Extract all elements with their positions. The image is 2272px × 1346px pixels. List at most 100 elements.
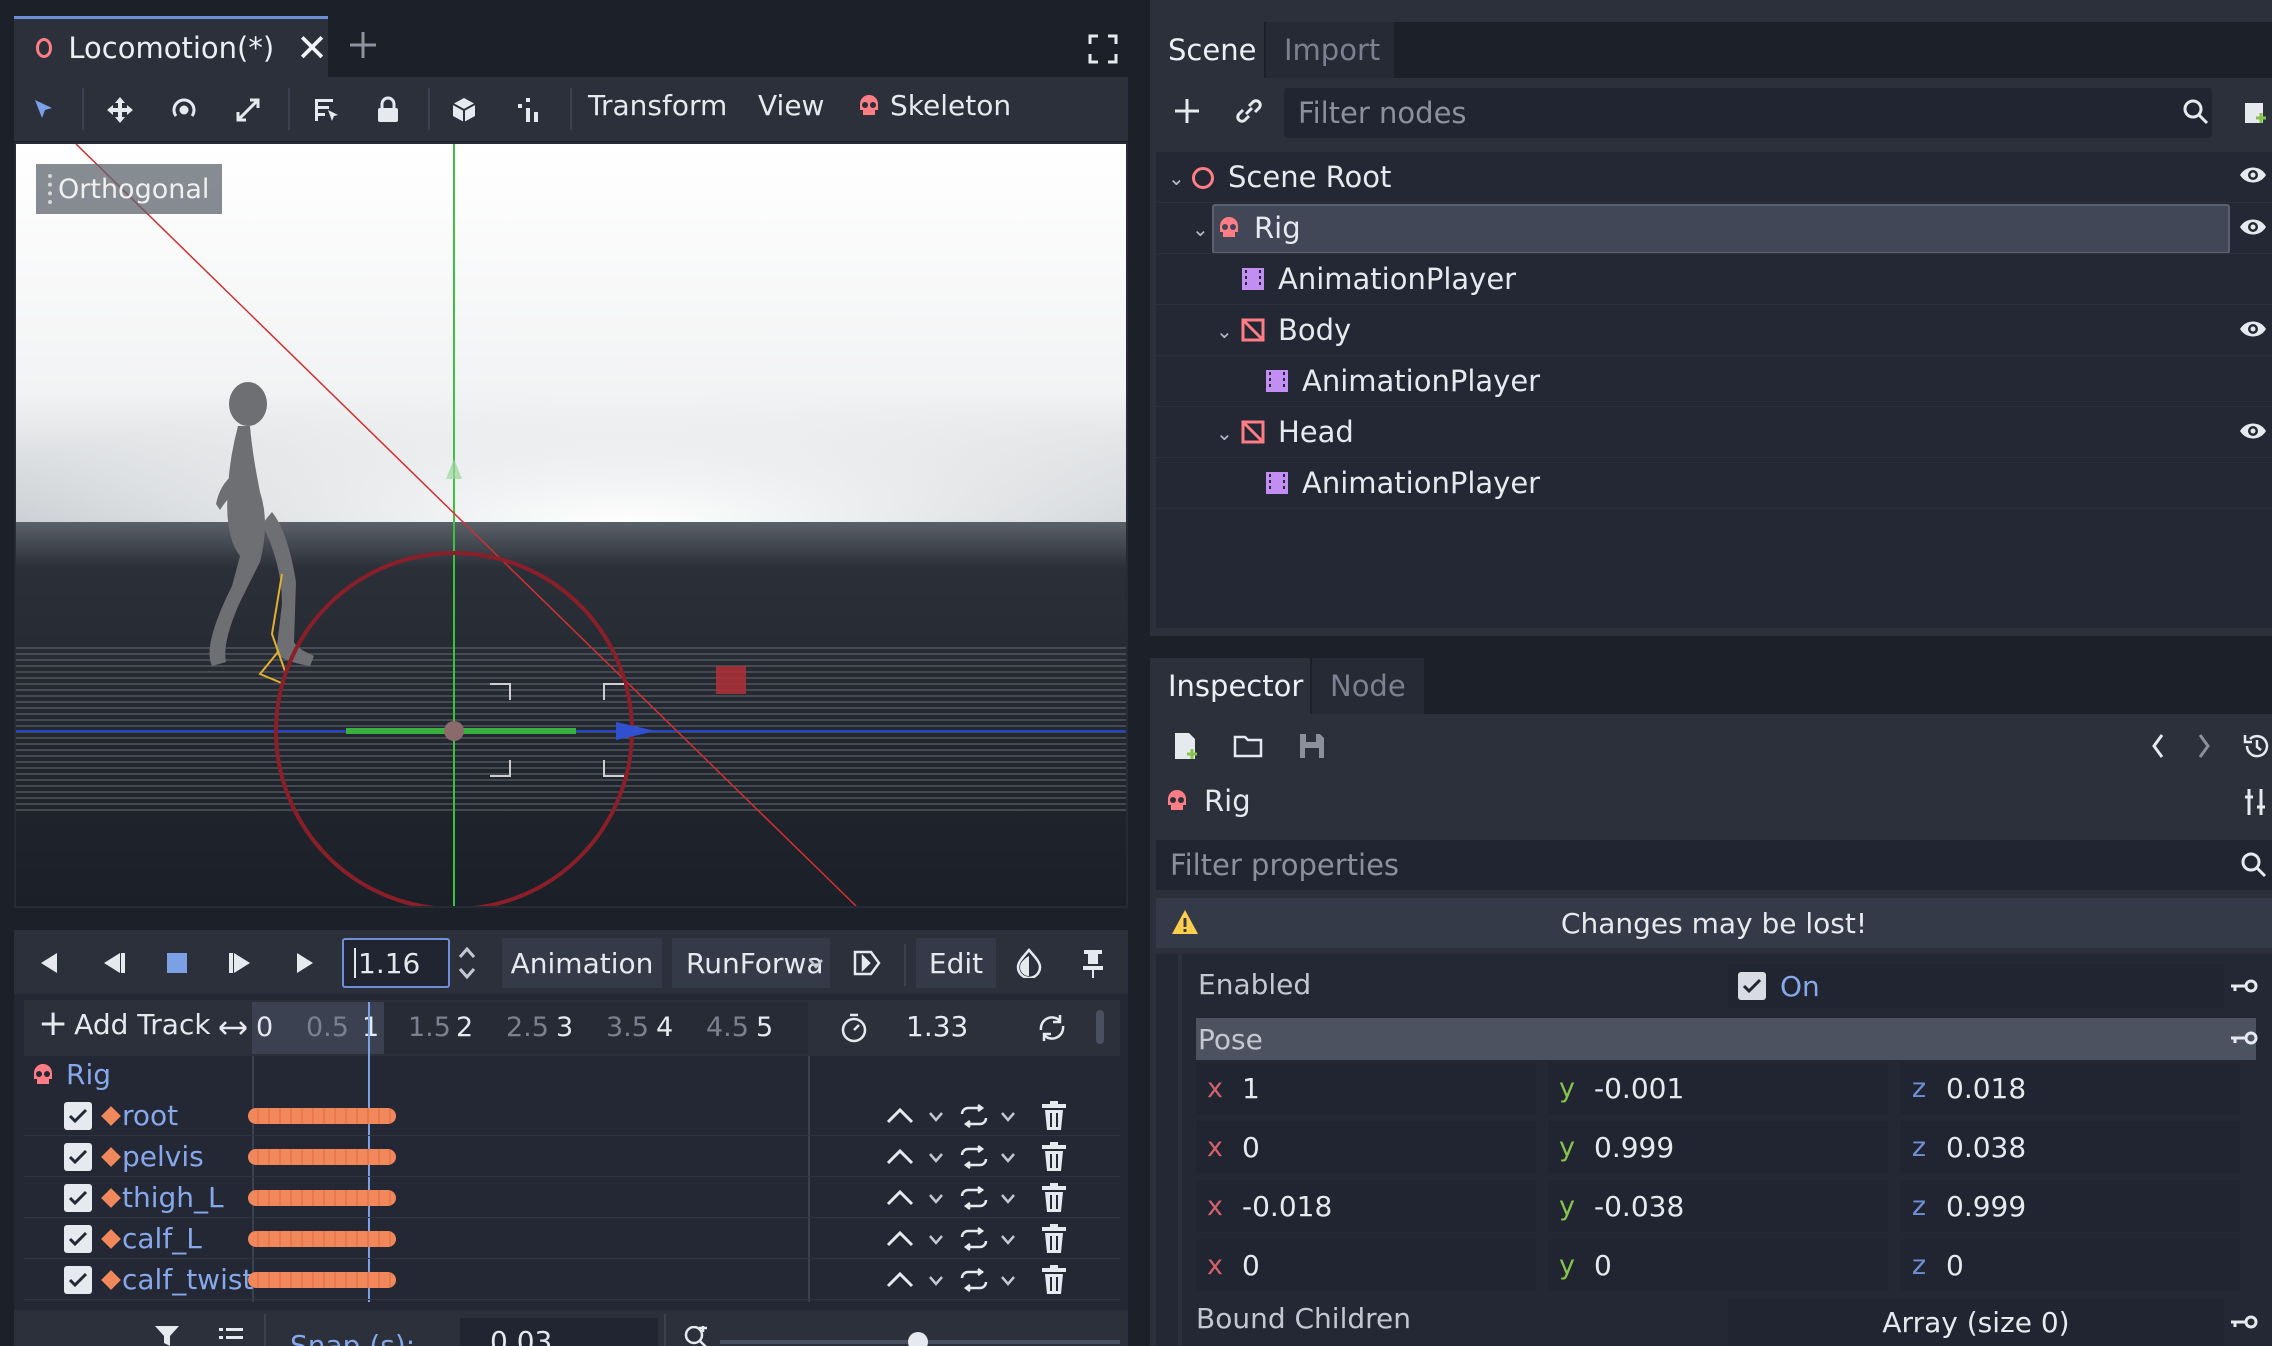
delete-track-trash-icon[interactable] bbox=[1040, 1183, 1068, 1213]
view-menu[interactable]: View bbox=[758, 89, 824, 122]
add-node-icon[interactable] bbox=[1164, 88, 1210, 134]
delete-track-trash-icon[interactable] bbox=[1040, 1101, 1068, 1131]
script-attach-icon[interactable] bbox=[2240, 92, 2272, 132]
loop-wrap-icon[interactable] bbox=[958, 1227, 990, 1251]
pose-property-label[interactable]: Pose bbox=[1196, 1018, 2256, 1060]
chevron-down-icon[interactable]: ⌄ bbox=[1168, 166, 1185, 190]
track-enabled-checkbox[interactable] bbox=[64, 1102, 92, 1130]
history-back-icon[interactable] bbox=[2140, 724, 2176, 768]
pin-panel-icon[interactable] bbox=[1068, 938, 1118, 988]
new-tab-plus-icon[interactable] bbox=[340, 20, 386, 70]
pose-z-field[interactable]: z 0.018 bbox=[1900, 1062, 2240, 1114]
track-enabled-checkbox[interactable] bbox=[64, 1266, 92, 1294]
keyframe-key-icon[interactable] bbox=[2224, 968, 2264, 1004]
add-track-button[interactable]: + Add Track bbox=[38, 1006, 211, 1042]
track-scrollbar[interactable] bbox=[1096, 1010, 1104, 1044]
track-row[interactable]: pelvis bbox=[24, 1137, 1120, 1177]
3d-viewport[interactable] bbox=[14, 142, 1128, 908]
loop-wrap-icon[interactable] bbox=[958, 1145, 990, 1169]
track-row[interactable]: thigh_L bbox=[24, 1178, 1120, 1218]
tab-import[interactable]: Import bbox=[1266, 22, 1394, 78]
chevron-down-icon[interactable] bbox=[1000, 1234, 1016, 1246]
pose-z-field[interactable]: z 0.999 bbox=[1900, 1180, 2240, 1232]
pose-y-field[interactable]: y0 bbox=[1548, 1239, 1888, 1291]
chevron-down-icon[interactable] bbox=[928, 1193, 944, 1205]
tab-scene[interactable]: Scene bbox=[1150, 22, 1264, 78]
track-enabled-checkbox[interactable] bbox=[64, 1225, 92, 1253]
bound-children-array-button[interactable]: Array (size 0) bbox=[1728, 1298, 2224, 1346]
list-select-icon[interactable] bbox=[300, 84, 352, 136]
track-keyframes[interactable] bbox=[248, 1108, 396, 1124]
pose-x-field[interactable]: x -0.018 bbox=[1196, 1180, 1536, 1232]
interpolation-icon[interactable] bbox=[886, 1106, 918, 1126]
distraction-free-icon[interactable] bbox=[1078, 24, 1128, 74]
tab-node[interactable]: Node bbox=[1312, 658, 1424, 714]
filter-icon[interactable] bbox=[150, 1326, 184, 1346]
autoplay-on-load-icon[interactable] bbox=[842, 938, 892, 988]
track-row[interactable]: root bbox=[24, 1096, 1120, 1136]
pose-x-field[interactable]: x0 bbox=[1196, 1239, 1536, 1291]
zoom-icon[interactable] bbox=[680, 1326, 714, 1346]
loop-wrap-icon[interactable] bbox=[958, 1186, 990, 1210]
track-row[interactable]: calf_twist bbox=[24, 1260, 1120, 1300]
visibility-eye-icon[interactable] bbox=[2238, 418, 2272, 448]
chevron-down-icon[interactable] bbox=[928, 1275, 944, 1287]
document-tab[interactable]: Locomotion(*) ✕ bbox=[14, 16, 328, 77]
object-tools-icon[interactable] bbox=[2240, 782, 2272, 822]
delete-track-trash-icon[interactable] bbox=[1040, 1142, 1068, 1172]
interpolation-icon[interactable] bbox=[886, 1147, 918, 1167]
rotate-mode-icon[interactable] bbox=[158, 84, 210, 136]
chevron-down-icon[interactable]: ⌄ bbox=[1192, 217, 1209, 241]
pose-z-field[interactable]: z 0.038 bbox=[1900, 1121, 2240, 1173]
pose-x-field[interactable]: x1 bbox=[1196, 1062, 1536, 1114]
loop-toggle-icon[interactable] bbox=[1030, 1008, 1074, 1048]
tree-row-rig[interactable]: ⌄ Rig bbox=[1156, 203, 2272, 254]
gizmo-center[interactable] bbox=[444, 721, 464, 741]
tree-row-head[interactable]: ⌄ Head bbox=[1156, 407, 2272, 458]
snap-value-field[interactable]: 0.03 bbox=[460, 1318, 658, 1346]
track-enabled-checkbox[interactable] bbox=[64, 1184, 92, 1212]
inspected-object[interactable]: Rig bbox=[1164, 784, 1251, 818]
tree-row-animation-player[interactable]: AnimationPlayer bbox=[1156, 356, 2272, 407]
chevron-down-icon[interactable] bbox=[928, 1152, 944, 1164]
play-backwards-icon[interactable] bbox=[24, 938, 74, 988]
pose-y-field[interactable]: y -0.038 bbox=[1548, 1180, 1888, 1232]
filter-nodes-input[interactable]: Filter nodes bbox=[1284, 88, 2212, 138]
play-icon[interactable] bbox=[280, 938, 330, 988]
filter-properties-input[interactable]: Filter properties bbox=[1156, 840, 2272, 890]
select-mode-icon[interactable] bbox=[18, 84, 70, 136]
loop-wrap-icon[interactable] bbox=[958, 1104, 990, 1128]
new-resource-icon[interactable] bbox=[1164, 724, 1208, 768]
tab-inspector[interactable]: Inspector bbox=[1150, 658, 1310, 714]
edit-menu-button[interactable]: Edit bbox=[916, 938, 996, 988]
snap-icon[interactable] bbox=[502, 84, 554, 136]
animation-menu-button[interactable]: Animation bbox=[502, 938, 662, 988]
tree-row-body[interactable]: ⌄ Body bbox=[1156, 305, 2272, 356]
play-backwards-from-end-icon[interactable] bbox=[88, 938, 138, 988]
loop-wrap-icon[interactable] bbox=[958, 1268, 990, 1292]
horizontal-resize-icon[interactable] bbox=[218, 1010, 248, 1046]
chevron-down-icon[interactable] bbox=[1000, 1111, 1016, 1123]
object-history-icon[interactable] bbox=[2240, 724, 2272, 768]
animation-length-value[interactable]: 1.33 bbox=[906, 1010, 968, 1043]
delete-track-trash-icon[interactable] bbox=[1040, 1265, 1068, 1295]
animation-selector[interactable]: RunForwa bbox=[672, 938, 830, 988]
visibility-eye-icon[interactable] bbox=[2238, 316, 2272, 346]
interpolation-icon[interactable] bbox=[886, 1270, 918, 1290]
keyframe-key-icon[interactable] bbox=[2224, 1020, 2264, 1056]
zoom-slider-handle[interactable] bbox=[908, 1332, 928, 1346]
close-tab-icon[interactable]: ✕ bbox=[296, 26, 328, 70]
pose-y-field[interactable]: y 0.999 bbox=[1548, 1121, 1888, 1173]
interpolation-icon[interactable] bbox=[886, 1229, 918, 1249]
instance-scene-link-icon[interactable] bbox=[1226, 88, 1272, 134]
visibility-eye-icon[interactable] bbox=[2238, 162, 2272, 192]
move-mode-icon[interactable] bbox=[94, 84, 146, 136]
stop-icon[interactable] bbox=[152, 938, 202, 988]
chevron-down-icon[interactable]: ⌄ bbox=[1216, 319, 1233, 343]
pose-z-field[interactable]: z0 bbox=[1900, 1239, 2240, 1291]
open-folder-icon[interactable] bbox=[1226, 724, 1270, 768]
onion-skinning-icon[interactable] bbox=[1004, 938, 1054, 988]
pose-x-field[interactable]: x0 bbox=[1196, 1121, 1536, 1173]
play-from-start-icon[interactable] bbox=[216, 938, 266, 988]
list-view-icon[interactable] bbox=[214, 1326, 248, 1346]
